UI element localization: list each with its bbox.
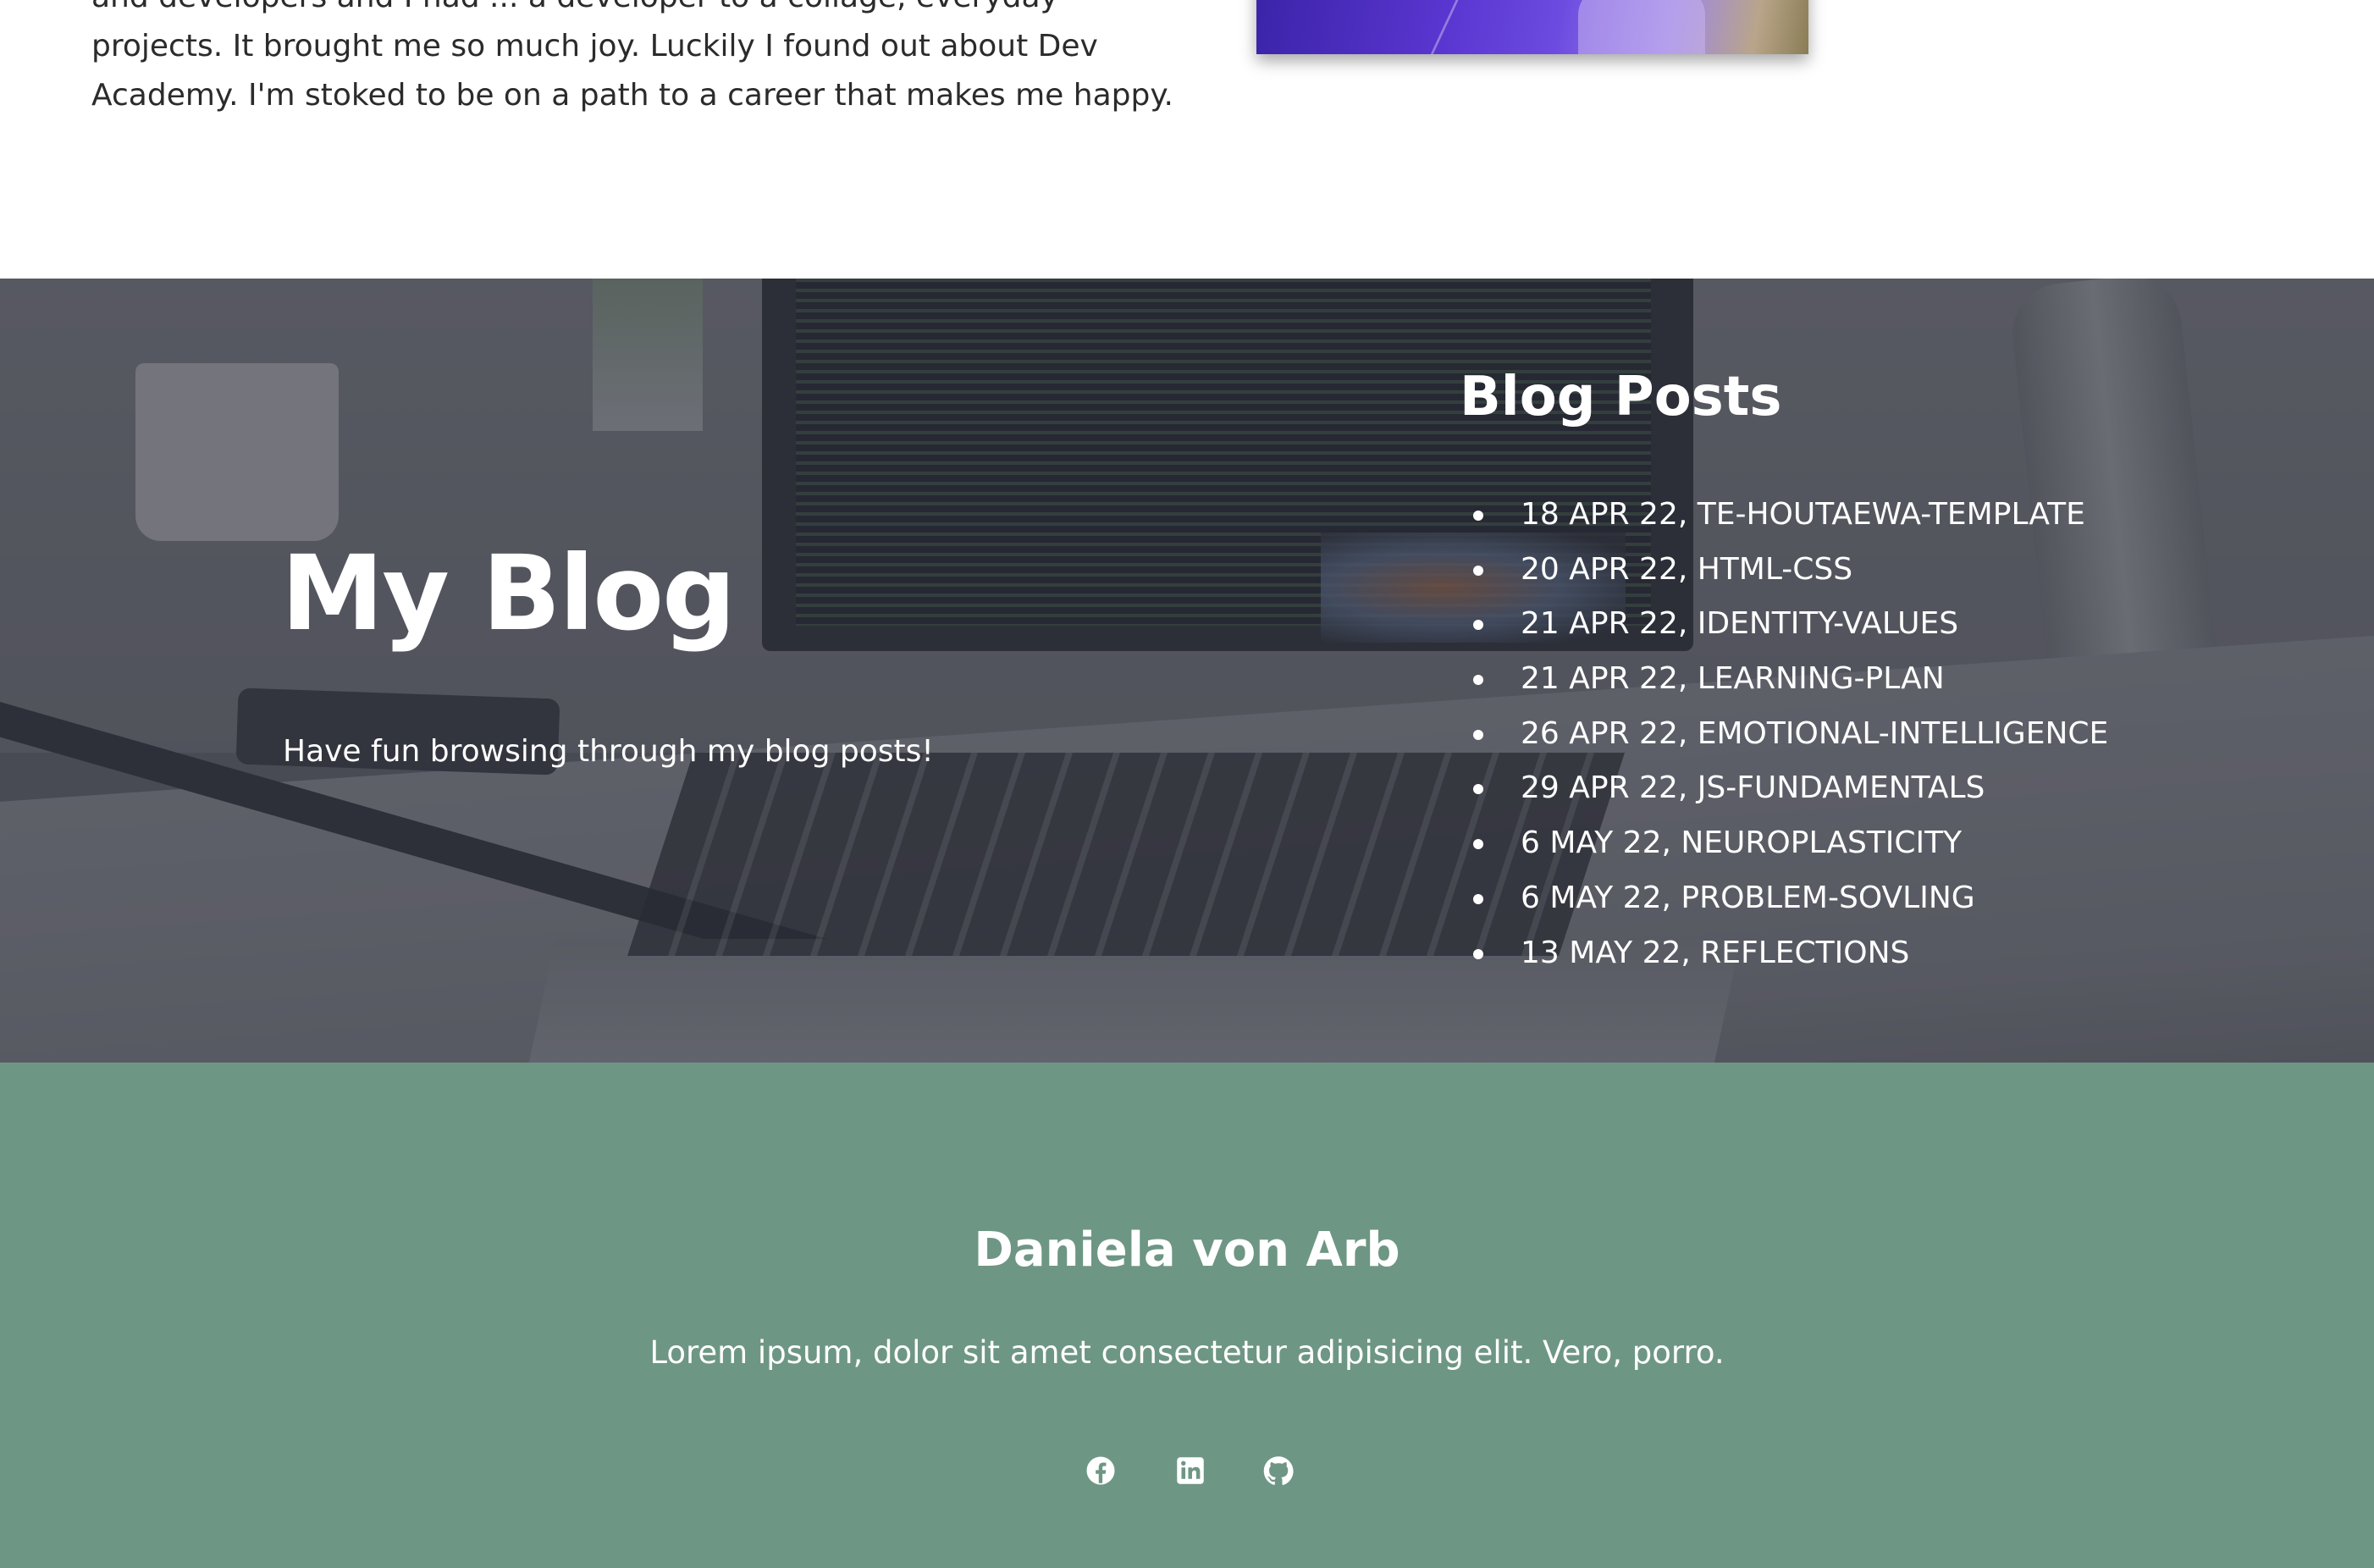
blog-post-link[interactable]: 21 APR 22, LEARNING-PLAN — [1521, 661, 1945, 696]
blog-post-link[interactable]: 18 APR 22, TE-HOUTAEWA-TEMPLATE — [1521, 497, 2085, 532]
bullet-icon — [1473, 893, 1483, 904]
blog-section: My Blog Have fun browsing through my blo… — [0, 279, 2374, 1063]
bullet-icon — [1473, 784, 1483, 795]
about-section: and developers and I had ... a developer… — [0, 0, 2374, 279]
about-line: projects. It brought me so much joy. Luc… — [91, 29, 1098, 63]
blog-post-item: 21 APR 22, IDENTITY-VALUES — [1473, 597, 2108, 652]
linkedin-link[interactable] — [1165, 1445, 1216, 1496]
blog-post-item: 21 APR 22, LEARNING-PLAN — [1473, 652, 2108, 707]
blog-posts-list: 18 APR 22, TE-HOUTAEWA-TEMPLATE 20 APR 2… — [1460, 488, 2108, 980]
blog-post-item: 20 APR 22, HTML-CSS — [1473, 543, 2108, 598]
bullet-icon — [1473, 620, 1483, 631]
bullet-icon — [1473, 729, 1483, 740]
github-icon — [1263, 1456, 1294, 1485]
facebook-icon — [1086, 1456, 1115, 1485]
blog-post-link[interactable]: 26 APR 22, EMOTIONAL-INTELLIGENCE — [1521, 716, 2108, 751]
bullet-icon — [1473, 675, 1483, 686]
blog-post-link[interactable]: 20 APR 22, HTML-CSS — [1521, 552, 1852, 587]
blog-post-link[interactable]: 29 APR 22, JS-FUNDAMENTALS — [1521, 770, 1985, 805]
blog-title: My Blog — [281, 533, 736, 654]
blog-posts-heading: Blog Posts — [1460, 366, 1782, 428]
bullet-icon — [1473, 565, 1483, 576]
social-links — [1075, 1445, 1299, 1496]
blog-post-item: 13 MAY 22, REFLECTIONS — [1473, 926, 2108, 981]
blog-post-link[interactable]: 21 APR 22, IDENTITY-VALUES — [1521, 606, 1958, 641]
bullet-icon — [1473, 839, 1483, 850]
blog-post-item: 18 APR 22, TE-HOUTAEWA-TEMPLATE — [1473, 488, 2108, 543]
about-line: and developers and I had ... a developer… — [91, 0, 1058, 14]
blog-subtitle: Have fun browsing through my blog posts! — [283, 734, 934, 769]
blog-post-item: 26 APR 22, EMOTIONAL-INTELLIGENCE — [1473, 707, 2108, 762]
about-line: Academy. I'm stoked to be on a path to a… — [91, 78, 1173, 113]
facebook-link[interactable] — [1075, 1445, 1126, 1496]
about-paragraph: and developers and I had ... a developer… — [91, 0, 1192, 120]
footer-text: Lorem ipsum, dolor sit amet consectetur … — [649, 1334, 1725, 1371]
github-link[interactable] — [1253, 1445, 1304, 1496]
profile-photo — [1256, 0, 1808, 54]
bullet-icon — [1473, 948, 1483, 959]
footer: Daniela von Arb Lorem ipsum, dolor sit a… — [0, 1063, 2374, 1568]
blog-post-item: 29 APR 22, JS-FUNDAMENTALS — [1473, 761, 2108, 816]
blog-post-link[interactable]: 6 MAY 22, NEUROPLASTICITY — [1521, 825, 1962, 860]
footer-name: Daniela von Arb — [974, 1223, 1400, 1278]
blog-post-link[interactable]: 6 MAY 22, PROBLEM-SOVLING — [1521, 881, 1975, 915]
blog-post-link[interactable]: 13 MAY 22, REFLECTIONS — [1521, 936, 1909, 970]
linkedin-icon — [1177, 1457, 1204, 1484]
blog-post-item: 6 MAY 22, NEUROPLASTICITY — [1473, 816, 2108, 871]
blog-post-item: 6 MAY 22, PROBLEM-SOVLING — [1473, 871, 2108, 926]
bullet-icon — [1473, 511, 1483, 521]
